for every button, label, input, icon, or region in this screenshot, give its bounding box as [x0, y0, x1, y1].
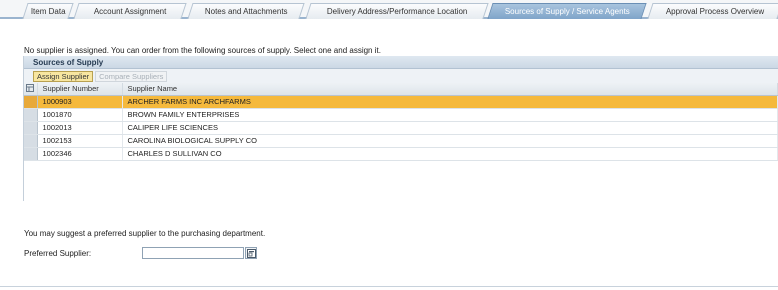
preferred-supplier-label: Preferred Supplier:	[24, 249, 92, 258]
tab-notes-attachments[interactable]: Notes and Attachments	[187, 3, 305, 19]
table-settings-icon[interactable]	[26, 83, 35, 92]
tab-delivery-address[interactable]: Delivery Address/Performance Location	[305, 3, 489, 19]
table-header-row: Supplier Number Supplier Name	[24, 83, 778, 96]
divider	[0, 286, 778, 287]
supplier-number-cell: 1000903	[37, 95, 123, 109]
compare-suppliers-button[interactable]: Compare Suppliers	[95, 71, 168, 82]
supplier-name-cell: ARCHER FARMS INC ARCHFARMS	[122, 95, 778, 109]
panel-title: Sources of Supply	[24, 56, 778, 69]
table-toolbar: Assign Supplier Compare Suppliers	[24, 69, 778, 83]
assign-supplier-button[interactable]: Assign Supplier	[33, 71, 94, 82]
suggestion-text: You may suggest a preferred supplier to …	[24, 229, 266, 238]
table-row[interactable]: 1001870 BROWN FAMILY ENTERPRISES	[24, 108, 778, 122]
tab-account-assignment[interactable]: Account Assignment	[73, 3, 187, 19]
tab-sources-of-supply[interactable]: Sources of Supply / Service Agents	[487, 3, 647, 19]
supplier-number-cell: 1002013	[37, 121, 123, 135]
row-selector[interactable]	[24, 121, 38, 135]
info-message: No supplier is assigned. You can order f…	[24, 46, 381, 55]
tab-approval-process[interactable]: Approval Process Overview	[647, 3, 778, 19]
table-row[interactable]: 1000903 ARCHER FARMS INC ARCHFARMS	[24, 95, 778, 109]
column-header-supplier-number[interactable]: Supplier Number	[37, 83, 123, 96]
tab-label: Item Data	[30, 7, 66, 16]
tab-label: Delivery Address/Performance Location	[326, 7, 468, 16]
preferred-supplier-input[interactable]	[142, 247, 244, 259]
tab-label: Approval Process Overview	[665, 7, 764, 16]
row-selector[interactable]	[24, 95, 38, 109]
value-help-button[interactable]	[245, 247, 257, 259]
tab-label: Sources of Supply / Service Agents	[504, 7, 630, 16]
row-selector[interactable]	[24, 134, 38, 148]
sources-of-supply-panel: Sources of Supply Assign Supplier Compar…	[23, 56, 778, 201]
tab-label: Account Assignment	[93, 7, 167, 16]
table-row[interactable]: 1002013 CALIPER LIFE SCIENCES	[24, 121, 778, 135]
row-selector[interactable]	[24, 108, 38, 122]
select-all-cell[interactable]	[24, 83, 38, 96]
supplier-name-cell: CALIPER LIFE SCIENCES	[122, 121, 778, 135]
tab-strip: Item Data Account Assignment Notes and A…	[0, 0, 778, 19]
column-header-supplier-name[interactable]: Supplier Name	[122, 83, 778, 96]
tab-item-data[interactable]: Item Data	[22, 3, 74, 19]
suppliers-table: Supplier Number Supplier Name 1000903 AR…	[24, 83, 778, 161]
tab-label: Notes and Attachments	[204, 7, 288, 16]
supplier-name-cell: CAROLINA BIOLOGICAL SUPPLY CO	[122, 134, 778, 148]
row-selector[interactable]	[24, 147, 38, 161]
supplier-name-cell: BROWN FAMILY ENTERPRISES	[122, 108, 778, 122]
supplier-number-cell: 1001870	[37, 108, 123, 122]
supplier-number-cell: 1002346	[37, 147, 123, 161]
table-row[interactable]: 1002346 CHARLES D SULLIVAN CO	[24, 147, 778, 161]
value-help-icon	[246, 248, 256, 258]
table-row[interactable]: 1002153 CAROLINA BIOLOGICAL SUPPLY CO	[24, 134, 778, 148]
supplier-name-cell: CHARLES D SULLIVAN CO	[122, 147, 778, 161]
supplier-number-cell: 1002153	[37, 134, 123, 148]
